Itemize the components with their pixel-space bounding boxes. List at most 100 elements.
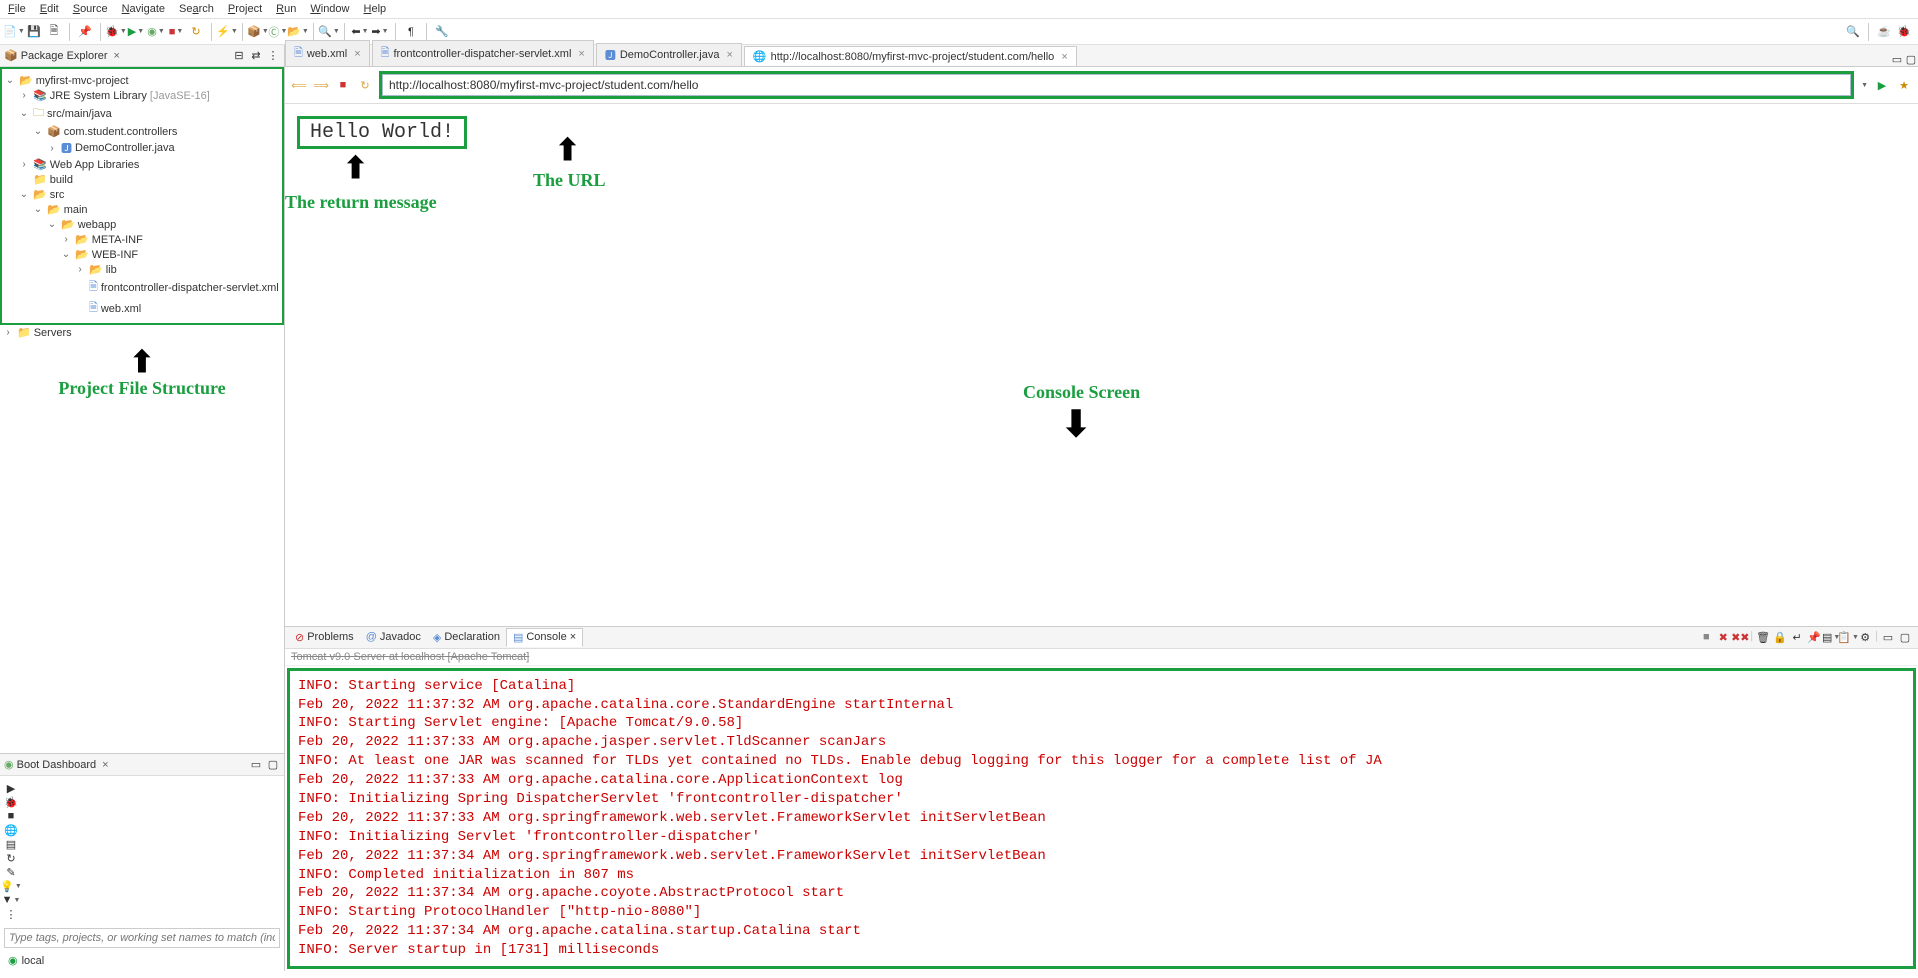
run-icon[interactable]: ▶▼ bbox=[128, 24, 144, 40]
console-pin-icon[interactable]: 📌 bbox=[1807, 630, 1821, 644]
tree-web-xml[interactable]: 🗎web.xml bbox=[4, 298, 280, 319]
console-remove-icon[interactable]: ✖ bbox=[1716, 630, 1730, 644]
tree-project-root[interactable]: ⌄📂myfirst-mvc-project bbox=[4, 73, 280, 88]
console-word-wrap-icon[interactable]: ↵ bbox=[1790, 630, 1804, 644]
minimize-icon[interactable]: ▭ bbox=[1881, 630, 1895, 644]
url-history-dropdown-icon[interactable]: ▼ bbox=[1861, 82, 1868, 89]
boot-open-browser-icon[interactable]: 🌐 bbox=[4, 823, 18, 837]
menu-edit[interactable]: Edit bbox=[40, 3, 59, 15]
boot-filter-input[interactable] bbox=[4, 928, 280, 948]
close-icon[interactable]: × bbox=[578, 48, 584, 60]
relaunch-icon[interactable]: ↻ bbox=[188, 24, 204, 40]
console-scroll-lock-icon[interactable]: 🔒 bbox=[1773, 630, 1787, 644]
close-icon[interactable]: × bbox=[354, 48, 360, 60]
maximize-icon[interactable]: ▢ bbox=[1904, 52, 1918, 66]
debug-icon[interactable]: 🐞▼ bbox=[108, 24, 124, 40]
annotation-next-icon[interactable]: ➡▼ bbox=[372, 24, 388, 40]
tab-dispatcher-xml[interactable]: 🗎frontcontroller-dispatcher-servlet.xml× bbox=[372, 40, 594, 66]
perspective-java-icon[interactable]: ☕ bbox=[1876, 24, 1892, 40]
boot-stop-icon[interactable]: ■ bbox=[4, 809, 18, 823]
close-icon[interactable]: × bbox=[1061, 51, 1067, 63]
boot-refresh-icon[interactable]: ↻ bbox=[4, 851, 18, 865]
boot-menu-icon[interactable]: ⋮ bbox=[4, 907, 18, 921]
tree-lib[interactable]: ›📂lib bbox=[4, 262, 280, 277]
menu-file[interactable]: FFileile bbox=[8, 3, 26, 15]
close-icon[interactable]: × bbox=[102, 759, 108, 771]
close-icon[interactable]: × bbox=[570, 631, 576, 643]
browser-favorite-icon[interactable]: ★ bbox=[1896, 77, 1912, 93]
tree-meta-inf[interactable]: ›📂META-INF bbox=[4, 232, 280, 247]
browser-back-icon[interactable]: ⟸ bbox=[291, 77, 307, 93]
tab-javadoc[interactable]: @Javadoc bbox=[360, 629, 427, 645]
menu-help[interactable]: Help bbox=[364, 3, 387, 15]
console-remove-all-icon[interactable]: ✖✖ bbox=[1733, 630, 1747, 644]
browser-stop-icon[interactable]: ■ bbox=[335, 77, 351, 93]
new-class-icon[interactable]: Ⓒ▼ bbox=[270, 24, 286, 40]
boot-local-item[interactable]: ◉ local bbox=[4, 952, 280, 969]
open-type-icon[interactable]: 📂▼ bbox=[290, 24, 306, 40]
save-all-icon[interactable]: 🗎 bbox=[46, 24, 62, 40]
link-editor-icon[interactable]: ⇄ bbox=[249, 49, 263, 63]
tab-browser[interactable]: 🌐http://localhost:8080/myfirst-mvc-proje… bbox=[744, 46, 1077, 66]
tab-declaration[interactable]: ◈Declaration bbox=[427, 629, 506, 646]
boot-start-icon[interactable]: ▶ bbox=[4, 781, 18, 795]
menu-window[interactable]: Window bbox=[310, 3, 349, 15]
menu-search[interactable]: Search bbox=[179, 3, 214, 15]
browser-go-icon[interactable]: ▶ bbox=[1874, 77, 1890, 93]
maximize-icon[interactable]: ▢ bbox=[1898, 630, 1912, 644]
tab-demo-controller[interactable]: 🅹DemoController.java× bbox=[596, 43, 742, 66]
minimize-icon[interactable]: ▭ bbox=[1890, 52, 1904, 66]
console-display-icon[interactable]: ▤▼ bbox=[1824, 630, 1838, 644]
annotation-prev-icon[interactable]: ⬅▼ bbox=[352, 24, 368, 40]
menu-source[interactable]: Source bbox=[73, 3, 108, 15]
ext-tool-icon[interactable]: 🔧 bbox=[434, 24, 450, 40]
tab-web-xml[interactable]: 🗎web.xml× bbox=[285, 40, 370, 66]
tree-webapp[interactable]: ⌄📂webapp bbox=[4, 217, 280, 232]
console-settings-icon[interactable]: ⚙ bbox=[1858, 630, 1872, 644]
menu-navigate[interactable]: Navigate bbox=[122, 3, 165, 15]
browser-forward-icon[interactable]: ⟹ bbox=[313, 77, 329, 93]
minimize-icon[interactable]: ▭ bbox=[249, 758, 263, 772]
tree-web-app-libraries[interactable]: ›📚Web App Libraries bbox=[4, 157, 280, 172]
tree-web-inf[interactable]: ⌄📂WEB-INF bbox=[4, 247, 280, 262]
view-menu-icon[interactable]: ⋮ bbox=[266, 49, 280, 63]
boot-console-icon[interactable]: ▤ bbox=[4, 837, 18, 851]
new-server-icon[interactable]: ⚡▼ bbox=[219, 24, 235, 40]
browser-url-input[interactable] bbox=[382, 74, 1851, 96]
menu-project[interactable]: Project bbox=[228, 3, 262, 15]
tab-console[interactable]: ▤Console× bbox=[506, 628, 583, 647]
search-icon[interactable]: 🔍▼ bbox=[321, 24, 337, 40]
perspective-debug-icon[interactable]: 🐞 bbox=[1896, 24, 1912, 40]
console-open-icon[interactable]: 📋▼ bbox=[1841, 630, 1855, 644]
show-whitespace-icon[interactable]: ¶ bbox=[403, 24, 419, 40]
tree-src[interactable]: ⌄📂src bbox=[4, 187, 280, 202]
tree-main-folder[interactable]: ⌄📂main bbox=[4, 202, 280, 217]
console-terminate-icon[interactable]: ■ bbox=[1699, 630, 1713, 644]
pin-icon[interactable]: 📌 bbox=[77, 24, 93, 40]
browser-refresh-icon[interactable]: ↻ bbox=[357, 77, 373, 93]
boot-debug-icon[interactable]: 🐞 bbox=[4, 795, 18, 809]
tree-build[interactable]: 📁build bbox=[4, 172, 280, 187]
tree-dispatcher-xml[interactable]: 🗎frontcontroller-dispatcher-servlet.xml bbox=[4, 277, 280, 298]
boot-bulb-icon[interactable]: 💡▼ bbox=[4, 879, 18, 893]
close-icon[interactable]: × bbox=[726, 49, 732, 61]
tree-servers[interactable]: ›📁Servers bbox=[2, 325, 282, 340]
tree-package-controllers[interactable]: ⌄📦com.student.controllers bbox=[4, 124, 280, 139]
new-java-pkg-icon[interactable]: 📦▼ bbox=[250, 24, 266, 40]
stop-icon[interactable]: ■▼ bbox=[168, 24, 184, 40]
close-icon[interactable]: × bbox=[114, 50, 120, 62]
collapse-all-icon[interactable]: ⊟ bbox=[232, 49, 246, 63]
tab-problems[interactable]: ⊘Problems bbox=[289, 629, 360, 646]
console-output[interactable]: INFO: Starting service [Catalina] Feb 20… bbox=[287, 668, 1916, 969]
console-clear-icon[interactable]: 🗑 bbox=[1756, 630, 1770, 644]
menu-run[interactable]: Run bbox=[276, 3, 296, 15]
save-icon[interactable]: 💾 bbox=[26, 24, 42, 40]
coverage-icon[interactable]: ◉▼ bbox=[148, 24, 164, 40]
tree-src-main-java[interactable]: ⌄🗀src/main/java bbox=[4, 103, 280, 124]
boot-edit-icon[interactable]: ✎ bbox=[4, 865, 18, 879]
tree-demo-controller[interactable]: ›🅹DemoController.java bbox=[4, 139, 280, 157]
maximize-icon[interactable]: ▢ bbox=[266, 758, 280, 772]
boot-filter-icon[interactable]: ▼▼ bbox=[4, 893, 18, 907]
quick-access-icon[interactable]: 🔍 bbox=[1845, 24, 1861, 40]
new-icon[interactable]: 📄▼ bbox=[6, 24, 22, 40]
